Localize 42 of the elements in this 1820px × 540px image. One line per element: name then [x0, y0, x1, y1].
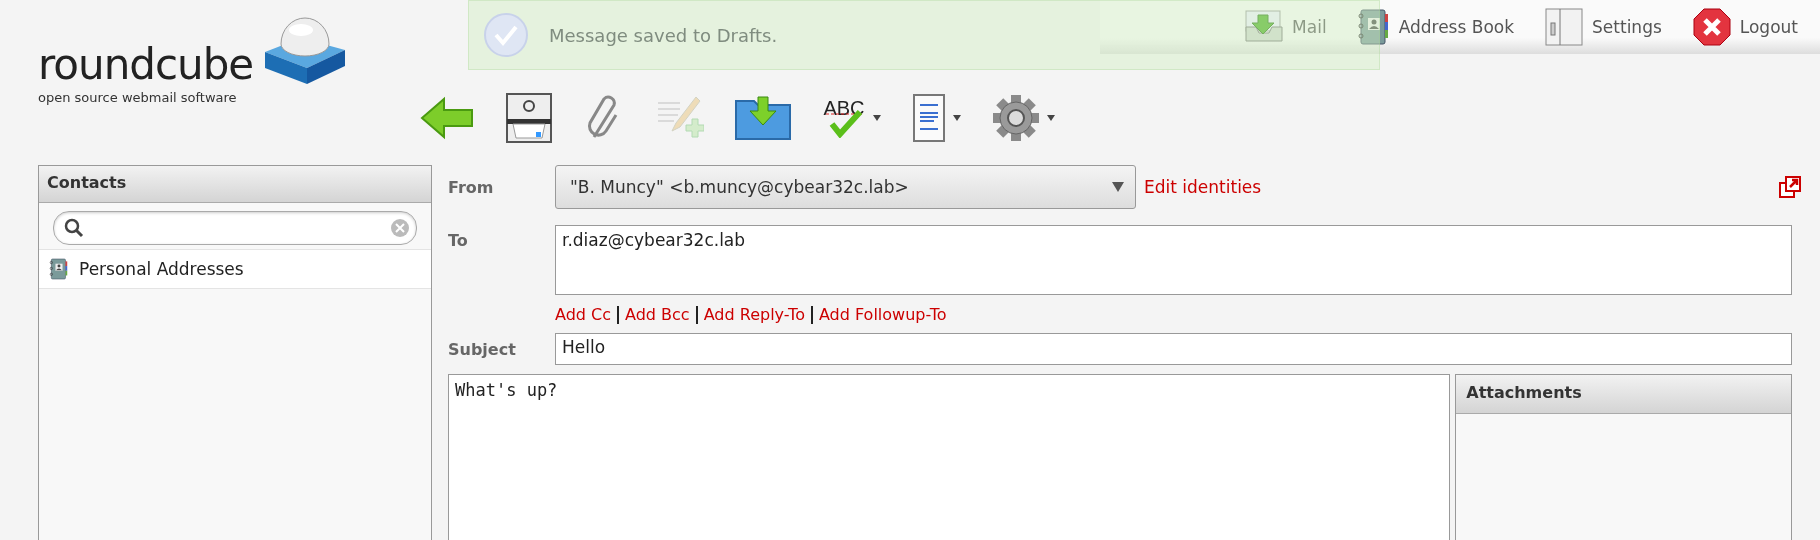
edit-identities-link[interactable]: Edit identities: [1144, 177, 1262, 197]
search-field[interactable]: [53, 211, 417, 245]
search-icon: [64, 218, 84, 238]
settings-icon: [1544, 7, 1585, 47]
panel-title: Attachments: [1456, 375, 1791, 414]
field-label: To: [448, 230, 469, 250]
mail-icon: [1244, 9, 1285, 45]
logout-icon: [1691, 7, 1732, 47]
caret-icon: [1111, 181, 1125, 193]
address-book-icon: [49, 257, 69, 281]
add-header-link[interactable]: Add Followup-To: [818, 305, 947, 324]
notification-message: Message saved to Drafts.: [549, 24, 778, 46]
from-select[interactable]: "B. Muncy" <b.muncy@cybear32c.lab>: [555, 165, 1136, 209]
gear-icon: [992, 94, 1040, 142]
add-header-link[interactable]: Add Reply-To: [703, 305, 805, 324]
caret-icon: [872, 114, 882, 122]
popout-icon[interactable]: [1778, 175, 1802, 199]
check-icon: [483, 12, 529, 58]
message-body-field[interactable]: What's up?: [448, 374, 1451, 540]
options-button[interactable]: [990, 92, 1058, 144]
settings-link[interactable]: Settings: [1544, 7, 1662, 47]
logout-link[interactable]: Logout: [1691, 7, 1798, 47]
address-book-item[interactable]: Personal Addresses: [39, 250, 431, 289]
back-arrow-icon: [420, 95, 474, 141]
field-label: From: [448, 177, 495, 197]
caret-icon: [952, 114, 962, 122]
logo-text: roundcube: [38, 39, 254, 86]
caret-icon: [1046, 114, 1056, 122]
address-book-icon: [1356, 8, 1391, 46]
add-header-link[interactable]: Add Cc: [555, 305, 612, 324]
format-button[interactable]: [910, 91, 964, 145]
field-label: Subject: [448, 339, 517, 359]
save-to-folder-button[interactable]: [732, 93, 794, 143]
panel-title: Contacts: [39, 166, 431, 203]
scanner-icon: [504, 92, 554, 144]
to-field[interactable]: r.diaz@cybear32c.lab: [555, 225, 1792, 295]
address-book-link[interactable]: Address Book: [1356, 8, 1515, 46]
subject-field[interactable]: Hello: [555, 333, 1792, 365]
document-icon: [912, 93, 946, 143]
logo-tagline: open source webmail software: [38, 90, 238, 105]
folder-icon: [734, 95, 792, 141]
add-header-link[interactable]: Add Bcc: [625, 305, 690, 324]
